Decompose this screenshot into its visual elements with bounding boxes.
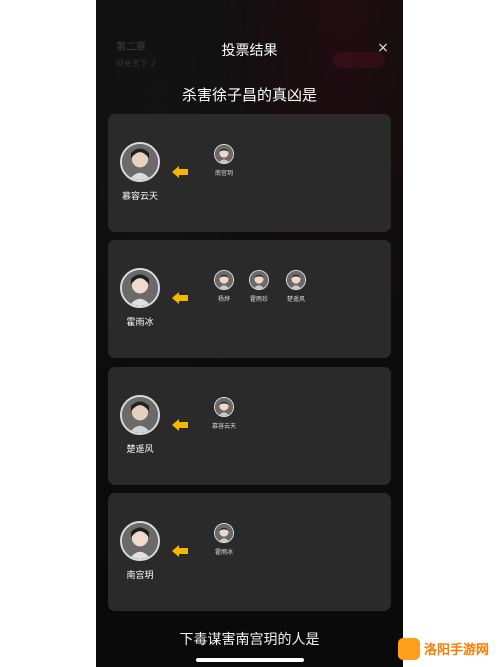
voter-avatar bbox=[214, 523, 234, 543]
watermark-brand: 洛阳手游网 bbox=[424, 643, 490, 658]
watermark-logo-icon bbox=[398, 638, 420, 660]
vote-question: 杀害徐子昌的真凶是 bbox=[181, 86, 317, 104]
candidate-avatar bbox=[120, 521, 160, 561]
voter-avatar bbox=[214, 397, 234, 417]
candidate-name: 霍雨冰 bbox=[126, 318, 154, 328]
voter: 霍雨冰 bbox=[204, 523, 244, 556]
candidate-avatar bbox=[120, 142, 160, 182]
voter-name: 楚遥风 bbox=[286, 296, 305, 303]
voter: 杨烨 bbox=[204, 270, 244, 303]
voter: 霍雨珍 bbox=[239, 270, 279, 303]
next-question-text: 下毒谋害南宫玥的人是 bbox=[179, 632, 320, 648]
voter-name: 杨烨 bbox=[217, 296, 230, 303]
arrow-left-icon bbox=[172, 292, 188, 304]
candidate-name: 南宫玥 bbox=[126, 571, 154, 581]
candidate-name: 楚遥风 bbox=[126, 445, 154, 455]
candidate-avatar bbox=[120, 268, 160, 308]
vote-result-card: 楚遥风 慕容云天 bbox=[108, 367, 391, 485]
home-indicator bbox=[196, 658, 304, 662]
vote-result-card: 慕容云天 南宫玥 bbox=[108, 114, 391, 232]
arrow-left-icon bbox=[172, 419, 188, 431]
vote-result-card: 南宫玥 霍雨冰 bbox=[108, 493, 391, 611]
voter: 楚遥风 bbox=[276, 270, 316, 303]
candidate-avatar bbox=[120, 395, 160, 435]
voter-name: 霍雨冰 bbox=[214, 549, 233, 556]
voter: 南宫玥 bbox=[204, 144, 244, 177]
voter-avatar bbox=[286, 270, 306, 290]
dialog-title: 投票结果 bbox=[221, 43, 278, 59]
voter-avatar bbox=[214, 270, 234, 290]
voter-name: 慕容云天 bbox=[211, 423, 236, 430]
arrow-left-icon bbox=[172, 166, 188, 178]
arrow-left-icon bbox=[172, 545, 188, 557]
voter-name: 霍雨珍 bbox=[249, 296, 268, 303]
voter-name: 南宫玥 bbox=[214, 170, 233, 177]
candidate-name: 慕容云天 bbox=[121, 192, 158, 202]
voter-avatar bbox=[249, 270, 269, 290]
vote-result-card: 霍雨冰 杨烨 霍雨珍 楚遥风 bbox=[108, 240, 391, 358]
close-button[interactable]: × bbox=[375, 40, 391, 56]
site-watermark: 洛阳手游网 bbox=[398, 636, 500, 667]
voter: 慕容云天 bbox=[204, 397, 244, 430]
phone-screen: 第二章 阿会天下 2 投票结果 × 杀害徐子昌的真凶是 慕容云天 南宫玥 霍雨冰… bbox=[96, 0, 403, 667]
voter-avatar bbox=[214, 144, 234, 164]
